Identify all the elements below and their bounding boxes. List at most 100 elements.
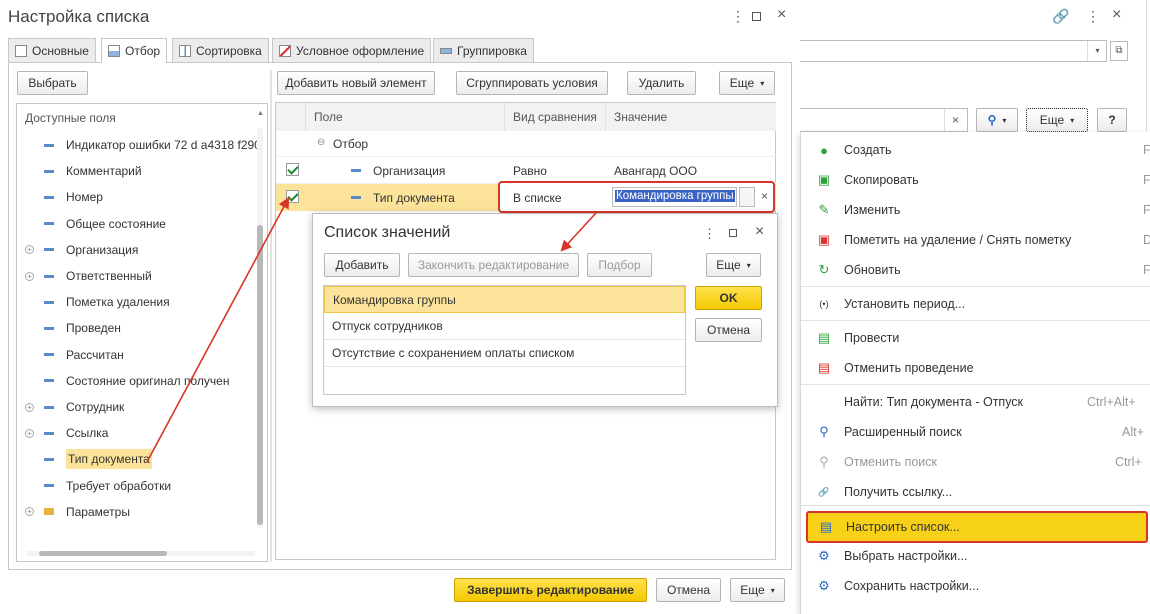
panel-splitter[interactable] <box>270 70 272 562</box>
menu-item[interactable]: ⚙ Сохранить настройки... <box>802 571 1150 601</box>
value-input[interactable]: Командировка группы <box>612 187 737 207</box>
dialog-cancel-button[interactable]: Отмена <box>695 318 762 342</box>
tab-grouping-label: Группировка <box>457 43 527 58</box>
filter-row-organization[interactable]: Организация Равно Авангард ООО <box>276 157 776 184</box>
available-field-item[interactable]: +Номер <box>25 184 103 210</box>
search-button[interactable]: ⚲ ▾ <box>976 108 1018 132</box>
fields-scroll-up-icon[interactable]: ▲ <box>257 110 264 117</box>
tab-grouping[interactable]: Группировка <box>433 38 534 62</box>
menu-item[interactable]: ▤ Провести <box>802 323 1150 353</box>
menu-item[interactable]: Найти: Тип документа - Отпуск Ctrl+Alt+ <box>802 387 1150 417</box>
available-field-item[interactable]: + Параметры <box>25 499 130 525</box>
select-dropdown-icon[interactable]: ▾ <box>1087 41 1107 61</box>
more-vertical-icon[interactable]: ⋮ <box>1086 8 1100 25</box>
filter-row-comparison[interactable]: В списке <box>513 191 562 205</box>
menu-item[interactable]: ● Создать F <box>802 135 1150 165</box>
grid-header-field[interactable]: Поле <box>306 103 505 131</box>
open-icon[interactable]: ⧉ <box>1110 41 1128 61</box>
filter-row-document-type[interactable]: Тип документа В списке Командировка груп… <box>276 181 776 213</box>
available-field-item[interactable]: +Состояние оригинал получен <box>25 368 229 394</box>
menu-item[interactable]: ⚲ Отменить поиск Ctrl+ <box>802 447 1150 477</box>
search-field[interactable] <box>800 108 968 132</box>
close-icon[interactable]: × <box>777 6 786 24</box>
save-settings-icon: ⚙ <box>818 578 830 593</box>
filter-row-checkbox[interactable] <box>286 163 299 176</box>
grid-header-value[interactable]: Значение <box>606 103 776 131</box>
menu-item[interactable]: ▤ Настроить список... <box>806 511 1148 543</box>
grid-header-comparison[interactable]: Вид сравнения <box>505 103 606 131</box>
menu-item[interactable]: (•) Установить период... <box>802 289 1150 319</box>
pick-button[interactable]: Подбор <box>587 253 652 277</box>
vertical-scrollbar-thumb[interactable] <box>257 225 263 525</box>
expand-icon[interactable]: + <box>25 428 34 438</box>
settings-list-icon: ▤ <box>819 519 833 534</box>
available-field-item[interactable]: +Требует обработки <box>25 473 171 499</box>
help-button[interactable]: ? <box>1097 108 1127 132</box>
right-more-button[interactable]: Еще ▾ <box>1026 108 1088 132</box>
vertical-scrollbar[interactable] <box>257 128 263 528</box>
dialog-maximize-icon[interactable] <box>729 229 737 237</box>
horizontal-scrollbar[interactable] <box>27 551 255 556</box>
more-vertical-icon[interactable]: ⋮ <box>731 8 745 25</box>
close-icon[interactable]: × <box>1112 6 1121 24</box>
value-select-button[interactable] <box>739 187 755 207</box>
menu-item[interactable]: ▤ Отменить проведение <box>802 353 1150 383</box>
delete-button[interactable]: Удалить <box>627 71 696 95</box>
available-field-item[interactable]: + Ссылка <box>25 420 108 446</box>
menu-item[interactable]: ↻ Обновить F <box>802 255 1150 285</box>
search-icon: ⚲ <box>819 424 829 439</box>
available-field-item[interactable]: + Сотрудник <box>25 394 124 420</box>
available-field-item[interactable]: +Комментарий <box>25 158 142 184</box>
footer-more-button[interactable]: Еще ▾ <box>730 578 785 602</box>
menu-item[interactable]: ▣ Скопировать F <box>802 165 1150 195</box>
horizontal-scrollbar-thumb[interactable] <box>39 551 167 556</box>
filter-row-comparison: Равно <box>513 164 547 178</box>
list-item[interactable]: Отпуск сотрудников <box>324 313 685 340</box>
available-field-item[interactable]: +Проведен <box>25 315 121 341</box>
tab-sort[interactable]: Сортировка <box>172 38 269 62</box>
filter-more-button[interactable]: Еще ▾ <box>719 71 775 95</box>
available-field-item[interactable]: + Организация <box>25 237 138 263</box>
available-field-item[interactable]: +Рассчитан <box>25 342 124 368</box>
link-icon[interactable]: 🔗 <box>1052 8 1069 25</box>
finish-editing-button[interactable]: Завершить редактирование <box>454 578 647 602</box>
menu-item[interactable]: 🔗 Получить ссылку... <box>802 477 1150 507</box>
available-field-label: Состояние оригинал получен <box>66 373 230 388</box>
expand-icon[interactable]: + <box>25 271 34 281</box>
finish-editing-list-button[interactable]: Закончить редактирование <box>408 253 579 277</box>
available-field-item[interactable]: +Индикатор ошибки 72 d a4318 f290 <box>25 132 261 158</box>
filter-group-row[interactable]: ⊖ Отбор <box>276 131 776 157</box>
expand-icon[interactable]: + <box>25 402 34 412</box>
dialog-add-button[interactable]: Добавить <box>324 253 400 277</box>
collapse-icon[interactable]: ⊖ <box>317 137 325 148</box>
menu-item[interactable]: ✎ Изменить F <box>802 195 1150 225</box>
menu-item[interactable]: ⚙ Выбрать настройки... <box>802 541 1150 571</box>
list-item[interactable]: Командировка группы <box>324 286 685 313</box>
dialog-more-button[interactable]: Еще ▾ <box>706 253 761 277</box>
footer-cancel-button[interactable]: Отмена <box>656 578 721 602</box>
available-field-item[interactable]: +Тип документа <box>25 446 152 472</box>
menu-item[interactable]: ▣ Пометить на удаление / Снять пометку D <box>802 225 1150 255</box>
unpost-icon: ▤ <box>817 360 831 375</box>
list-item[interactable]: Отсутствие с сохранением оплаты списком <box>324 340 685 367</box>
dialog-more-vertical-icon[interactable]: ⋮ <box>703 226 716 242</box>
available-field-item[interactable]: +Общее состояние <box>25 211 166 237</box>
tab-filter[interactable]: Отбор <box>101 38 168 63</box>
dialog-close-icon[interactable]: × <box>755 223 764 241</box>
value-clear-icon[interactable]: × <box>761 189 768 203</box>
expand-icon[interactable]: + <box>25 507 34 517</box>
maximize-icon[interactable] <box>752 12 761 21</box>
select-button[interactable]: Выбрать <box>17 71 88 95</box>
menu-item[interactable]: ⚲ Расширенный поиск Alt+ <box>802 417 1150 447</box>
expand-icon[interactable]: + <box>25 245 34 255</box>
tab-conditional-format[interactable]: Условное оформление <box>272 38 432 62</box>
group-conditions-button[interactable]: Сгруппировать условия <box>456 71 608 95</box>
search-clear-button[interactable]: × <box>944 109 966 131</box>
filter-row-checkbox[interactable] <box>286 190 299 203</box>
add-new-element-button[interactable]: Добавить новый элемент <box>277 71 435 95</box>
available-field-item[interactable]: + Ответственный <box>25 263 152 289</box>
available-field-item[interactable]: +Пометка удаления <box>25 289 170 315</box>
ok-button[interactable]: OK <box>695 286 762 310</box>
top-select-field[interactable] <box>800 40 1107 62</box>
tab-main[interactable]: Основные <box>8 38 96 62</box>
